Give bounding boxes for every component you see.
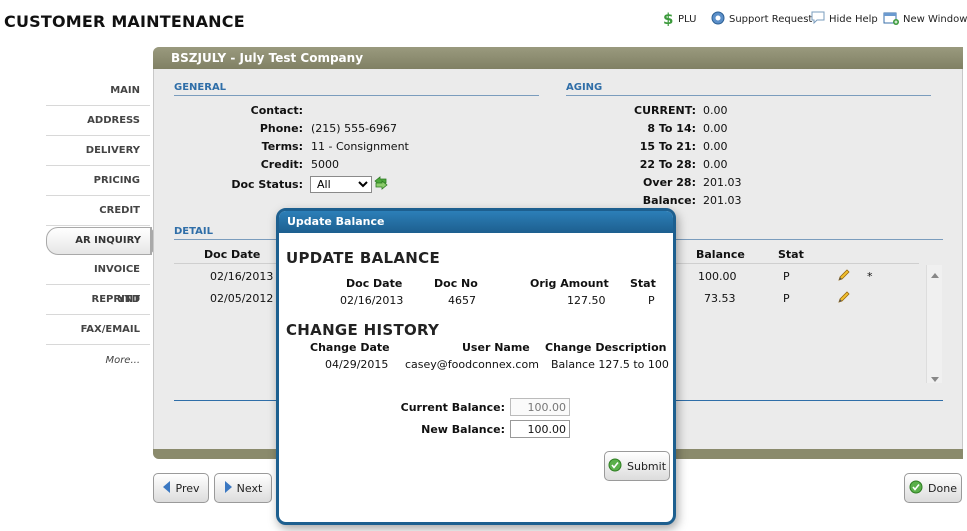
modal-row-orig-amount: 127.50: [567, 294, 606, 307]
next-label: Next: [236, 481, 263, 495]
aging-over-28-label: Over 28:: [643, 176, 696, 189]
modal-col-doc-date: Doc Date: [346, 277, 403, 290]
detail-row-2-balance: 73.53: [704, 292, 736, 305]
modal-row-stat: P: [648, 294, 655, 307]
detail-row-2-stat: P: [783, 292, 790, 305]
aging-22-28-label: 22 To 28:: [639, 158, 696, 171]
speech-bubble-icon: [811, 11, 825, 27]
dollar-icon: $: [662, 10, 674, 29]
sidebar-item-main[interactable]: MAIN: [46, 76, 150, 106]
done-label: Done: [928, 481, 957, 495]
plu-link[interactable]: $ PLU: [662, 10, 696, 28]
aging-current-value: 0.00: [703, 104, 728, 117]
new-window-icon: [883, 11, 899, 28]
sidebar-item-invoice-reprint[interactable]: INVOICE REPRINT: [46, 255, 150, 305]
submit-button[interactable]: Submit: [604, 451, 670, 481]
doc-status-select[interactable]: All: [310, 176, 372, 193]
detail-row-1-doc-date: 02/16/2013: [210, 270, 274, 283]
arrow-left-icon: [162, 480, 171, 496]
aging-22-28-value: 0.00: [703, 158, 728, 171]
support-label: Support Request: [729, 13, 813, 25]
scroll-up-icon[interactable]: [931, 268, 939, 281]
aging-15-21-value: 0.00: [703, 140, 728, 153]
page-title: CUSTOMER MAINTENANCE: [4, 12, 245, 31]
aging-balance-label: Balance:: [642, 194, 696, 207]
history-row-change-description: Balance 127.5 to 100: [551, 358, 669, 371]
pencil-edit-icon[interactable]: [837, 268, 851, 285]
phone-label: Phone:: [259, 122, 303, 135]
detail-col-doc-date: Doc Date: [204, 248, 261, 261]
done-button[interactable]: Done: [904, 473, 962, 503]
next-button[interactable]: Next: [214, 473, 272, 503]
modal-title-bar[interactable]: Update Balance: [279, 211, 673, 233]
sidebar-item-ytd[interactable]: YTD: [46, 285, 150, 315]
update-balance-modal: Update Balance UPDATE BALANCE Doc Date D…: [276, 208, 676, 525]
aging-heading: AGING: [566, 82, 931, 96]
detail-row-1-stat: P: [783, 270, 790, 283]
aging-over-28-value: 201.03: [703, 176, 742, 189]
history-row-user-name: casey@foodconnex.com: [405, 358, 539, 371]
detail-row-2-doc-date: 02/05/2012: [210, 292, 274, 305]
new-window-link[interactable]: New Window: [883, 10, 967, 28]
aging-balance-value: 201.03: [703, 194, 742, 207]
credit-value: 5000: [311, 158, 339, 171]
sidebar-item-delivery[interactable]: DELIVERY: [46, 136, 150, 166]
refresh-arrows-icon[interactable]: [373, 175, 389, 194]
history-row-change-date: 04/29/2015: [325, 358, 389, 371]
company-name-bar: BSZJULY - July Test Company: [153, 47, 963, 69]
detail-row-1-flag: *: [867, 270, 873, 283]
modal-row-doc-no: 4657: [448, 294, 476, 307]
support-request-link[interactable]: Support Request: [711, 10, 812, 28]
plu-label: PLU: [678, 13, 697, 25]
prev-label: Prev: [175, 481, 200, 495]
arrow-right-icon: [224, 480, 232, 496]
support-icon: [711, 11, 725, 28]
terms-label: Terms:: [261, 140, 303, 153]
update-balance-heading: UPDATE BALANCE: [286, 249, 440, 267]
sidebar-item-fax-email[interactable]: FAX/EMAIL: [46, 315, 150, 345]
aging-current-label: CURRENT:: [634, 104, 696, 117]
detail-col-stat: Stat: [778, 248, 804, 261]
modal-col-orig-amount: Orig Amount: [530, 277, 609, 290]
modal-row-doc-date: 02/16/2013: [340, 294, 404, 307]
aging-8-14-value: 0.00: [703, 122, 728, 135]
change-history-heading: CHANGE HISTORY: [286, 321, 440, 339]
detail-scrollbar[interactable]: [926, 265, 942, 383]
history-col-user-name: User Name: [462, 341, 530, 354]
current-balance-label: Current Balance:: [400, 401, 505, 414]
aging-8-14-label: 8 To 14:: [647, 122, 696, 135]
scroll-down-icon[interactable]: [931, 373, 939, 386]
terms-value: 11 - Consignment: [311, 140, 409, 153]
submit-label: Submit: [626, 459, 667, 473]
new-window-label: New Window: [903, 13, 967, 25]
hide-help-label: Hide Help: [829, 13, 878, 25]
contact-label: Contact:: [250, 104, 303, 117]
check-circle-icon: [608, 458, 622, 475]
sidebar-item-more[interactable]: More...: [46, 346, 150, 376]
history-col-change-description: Change Description: [545, 341, 667, 354]
sidebar-item-ar-inquiry[interactable]: AR INQUIRY: [46, 227, 152, 255]
credit-label: Credit:: [260, 158, 303, 171]
general-heading: GENERAL: [174, 82, 539, 96]
modal-col-doc-no: Doc No: [434, 277, 478, 290]
modal-col-stat: Stat: [630, 277, 656, 290]
aging-15-21-label: 15 To 21:: [639, 140, 696, 153]
sidebar-item-credit[interactable]: CREDIT: [46, 196, 150, 226]
phone-value: (215) 555-6967: [311, 122, 398, 135]
svg-text:$: $: [663, 10, 673, 26]
history-col-change-date: Change Date: [310, 341, 390, 354]
check-circle-icon: [909, 480, 923, 497]
prev-button[interactable]: Prev: [153, 473, 209, 503]
doc-status-label: Doc Status:: [231, 178, 303, 191]
pencil-edit-icon[interactable]: [837, 290, 851, 307]
sidebar-item-pricing[interactable]: PRICING: [46, 166, 150, 196]
hide-help-link[interactable]: Hide Help: [811, 10, 878, 28]
detail-row-1-balance: 100.00: [698, 270, 737, 283]
current-balance-field: [510, 398, 570, 416]
new-balance-label: New Balance:: [421, 423, 505, 436]
detail-col-balance: Balance: [696, 248, 745, 261]
new-balance-input[interactable]: [510, 420, 570, 438]
sidebar-item-address[interactable]: ADDRESS: [46, 106, 150, 136]
